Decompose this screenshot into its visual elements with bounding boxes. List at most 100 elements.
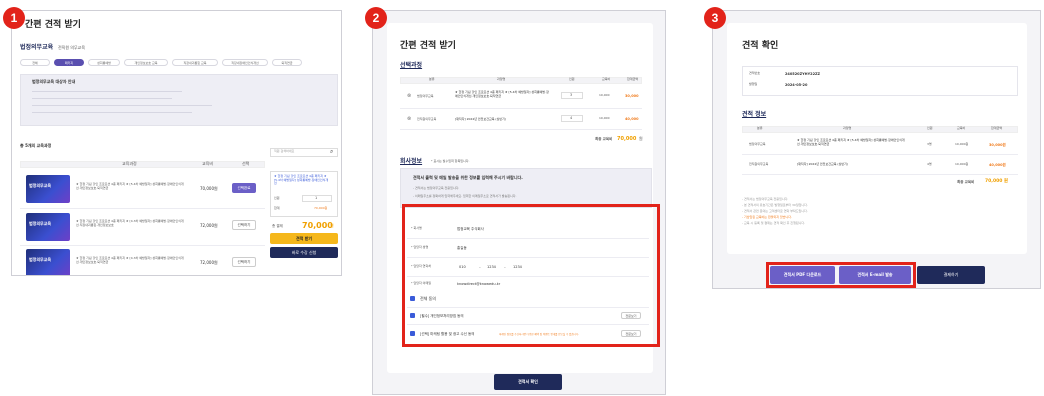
course-table-header [20, 161, 265, 168]
course-title: ★ 한정 기념 할인 프로모션 4종 패키지 ★ [5.4차 예방일자] 성희롱… [76, 182, 184, 190]
tab-package[interactable]: 패키지 [54, 59, 84, 66]
row-qty: 3 [570, 93, 573, 97]
get-quote-button[interactable]: 견적 받기 [270, 233, 338, 244]
col-category: 분류 [757, 126, 763, 130]
pay-button[interactable]: 결제하기 [917, 266, 985, 284]
notice-line [32, 98, 172, 99]
col-total: 합계금액 [627, 77, 639, 81]
course-thumbnail: 법정의무교육 [26, 213, 70, 241]
course-count: 총 5개의 교육과정 [20, 143, 52, 148]
row-qty: 4 [570, 116, 573, 120]
row-price: 10,000원 [955, 142, 969, 146]
col-total: 합계금액 [991, 126, 1003, 130]
row-divider [742, 174, 1018, 175]
row-price: 10,000원 [955, 162, 969, 166]
remove-icon[interactable]: ⊗ [407, 93, 411, 99]
row-divider [400, 108, 642, 109]
row-total: 40,000 [625, 117, 639, 121]
row-price: 10,000 [599, 93, 610, 97]
select-course-button[interactable]: 선택하기 [232, 220, 256, 230]
note-line: - 본 견적서의 유효기간은 발행일로부터 30일입니다. [742, 203, 808, 207]
notice-line [32, 91, 182, 92]
row-qty: 4명 [927, 162, 932, 166]
select-course-button[interactable]: 선택완료 [232, 183, 256, 193]
info-line: - 견적서는 법정의무교육 전용입니다. [413, 186, 460, 190]
cart-search-placeholder: 직원 검색하세요 [274, 149, 295, 153]
row-category: 법정의무교육 [749, 142, 766, 146]
apply-now-button[interactable]: 바로 수강 신청 [270, 247, 338, 258]
col-price: 교육비 [602, 77, 611, 81]
total-unit: 원 [330, 223, 334, 228]
total-label: 총 결제 [272, 224, 283, 228]
highlight-box [402, 204, 660, 347]
section-course: 선택과정 [400, 62, 423, 69]
row-divider [20, 245, 265, 246]
quote-table-header [742, 126, 1018, 133]
notice-line [32, 112, 192, 113]
tab-privacy[interactable]: 개인정보보호 교육 [124, 59, 168, 66]
quote-number-value: 240520ZYHY22ZZ [785, 72, 821, 76]
total-value: 70,000 [302, 221, 333, 230]
sum-value: 70,000 원 [985, 179, 1009, 184]
row-name: [재직자] 2024년 안전보건교육 (상반기) [797, 162, 849, 166]
course-price: 70,000원 [200, 186, 218, 191]
note-line: - 견적서는 법정의무교육 전용입니다. [742, 197, 789, 201]
note-line: - 견적서 관련 문의는 고객센터로 연락 부탁드립니다. [742, 209, 808, 213]
cart-sum: 70,000원 [314, 206, 328, 210]
tab-bullying[interactable]: 직장내괴롭힘 교육 [172, 59, 218, 66]
row-category: 전직원의무교육 [749, 162, 769, 166]
notice-title: 법정의무교육 대상자 안내 [32, 79, 76, 84]
course-title: ★ 한정 기념 할인 프로모션 4종 패키지 ★ [4.3차 예방일자] 성희롱… [76, 256, 184, 264]
col-course: 교육과정 [122, 161, 137, 166]
row-total: 30,000원 [989, 143, 1006, 147]
step-badge-1: 1 [3, 7, 25, 29]
row-divider [20, 208, 265, 209]
section-company: 회사정보 [400, 158, 423, 165]
issue-date-label: 발행일 [749, 82, 758, 86]
col-price: 교육비 [202, 161, 214, 166]
note-line: - 기납입된 교육비는 환불되지 않습니다. [742, 215, 793, 219]
meta-box [742, 66, 1018, 96]
highlight-box [766, 262, 916, 288]
section-quote-info: 견적 정보 [742, 111, 767, 118]
remove-icon[interactable]: ⊗ [407, 116, 411, 122]
tab-disability[interactable]: 직장내장애인인식개선 [222, 59, 268, 66]
page-title: 간편 견적 받기 [25, 20, 81, 30]
course-price: 72,000원 [200, 260, 218, 265]
note-line: - 교육 시 등록 및 결제는 견적 확인 후 진행됩니다. [742, 221, 806, 225]
page-title: 견적 확인 [742, 41, 779, 51]
select-course-button[interactable]: 선택하기 [232, 257, 256, 267]
row-qty: 3명 [927, 142, 932, 146]
search-icon[interactable]: ⌕ [330, 148, 333, 155]
course-title: ★ 한정 기념 할인 프로모션 4종 패키지 ★ [4.3차 예방일자] 성희롱… [76, 219, 184, 227]
tab-pension[interactable]: 퇴직연금 [272, 59, 302, 66]
row-divider [742, 154, 1018, 155]
sum-unit: 원 [639, 136, 643, 141]
cart-qty-label: 인원 [274, 196, 280, 200]
col-course-name: 과정명 [843, 126, 852, 130]
cart-qty: 1 [315, 196, 318, 200]
tab-sexual-harassment[interactable]: 성희롱예방 [88, 59, 120, 66]
panel-step2: 간편 견적 받기 선택과정 분류 과정명 인원 교육비 합계금액 ⊗ 법정의무교… [372, 10, 666, 395]
sum-value: 70,000 [617, 136, 637, 142]
sum-label: 최종 교육비 [957, 180, 975, 184]
row-category: 전직원의무교육 [417, 117, 437, 121]
quote-number-label: 견적번호 [749, 71, 761, 75]
row-total: 30,000 [625, 94, 639, 98]
cart-item-title: ★ 한정 기념 할인 프로모션 4종 패키지 ★ [5.4차 예방일자] 성희롱… [274, 174, 329, 186]
sum-label: 최종 교육비 [595, 137, 613, 141]
step-badge-2: 2 [365, 7, 387, 29]
col-category: 분류 [429, 77, 435, 81]
col-price: 교육비 [957, 126, 966, 130]
tab-all[interactable]: 전체 [20, 59, 50, 66]
row-name: ★ 한정 기념 할인 프로모션 4종 패키지 ★ [5.4차 예방일자] 성희롱… [455, 90, 549, 98]
page-title: 간편 견적 받기 [400, 41, 456, 51]
cart-sum-label: 합계 [274, 206, 280, 210]
course-thumbnail: 법정의무교육 [26, 249, 70, 275]
category-subtitle: 전직원 의무교육 [58, 45, 86, 50]
required-note: * 표시는 필수입력 항목입니다. [431, 159, 470, 163]
row-name: ★ 한정 기념 할인 프로모션 4종 패키지 ★ [5.4차 예방일자] 성희롱… [797, 138, 905, 146]
step-badge-3: 3 [704, 7, 726, 29]
check-quote-button[interactable]: 견적서 확인 [494, 374, 562, 390]
category-title: 법정의무교육 [20, 44, 54, 51]
